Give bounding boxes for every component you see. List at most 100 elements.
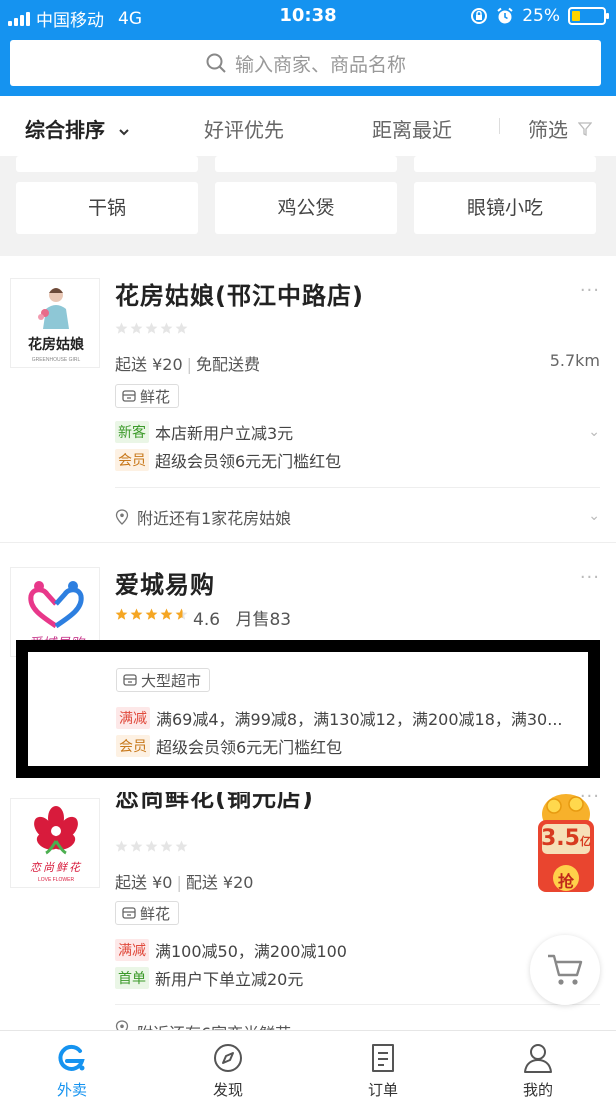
chevron-down-icon[interactable]: ⌄: [588, 508, 600, 524]
promo-text: 本店新用户立减3元: [155, 424, 294, 443]
promo-row: 会员 超级会员领6元无门槛红包: [116, 734, 342, 758]
star-icon: [160, 608, 173, 620]
shop-card[interactable]: 恋尚鲜花(铜元店) 恋尚鲜花 LOVE FLOWER ··· 起送 ¥0 | 配送 …: [0, 778, 616, 1030]
red-packet-float[interactable]: 3.5亿 抢: [532, 786, 600, 896]
star-icon: [175, 840, 188, 852]
star-half-icon: [175, 608, 188, 620]
nav-label: 我的: [522, 1081, 553, 1099]
flower-logo: 恋尚鲜花 LOVE FLOWER: [30, 806, 82, 883]
nearby-link[interactable]: 附近还有1家花房姑娘: [115, 505, 291, 529]
delivery-info: 起送 ¥20 | 免配送费: [115, 355, 261, 374]
status-bar: 中国移动 4G 10:38 25%: [0, 0, 616, 32]
nav-label: 外卖: [56, 1081, 87, 1099]
star-icon: [130, 322, 143, 334]
delivery-info: 起送 ¥0 | 配送 ¥20: [115, 873, 254, 892]
distance: 5.7km: [549, 351, 600, 370]
star-icon: [160, 322, 173, 334]
star-icon: [160, 840, 173, 852]
new-customer-badge: 新客: [115, 421, 149, 443]
first-order-badge: 首单: [115, 967, 149, 989]
shop-tag: 鲜花: [115, 901, 180, 925]
shop-name: 爱城易购: [115, 571, 215, 599]
funnel-icon: [577, 122, 593, 137]
nearby-text: 附近还有1家花房姑娘: [137, 509, 292, 528]
bottom-nav: 外卖 发现 订单 我的: [0, 1030, 616, 1105]
star-icon: [175, 322, 188, 334]
nav-takeout[interactable]: 外卖: [32, 1041, 112, 1100]
shop-tag-label: 鲜花: [140, 387, 171, 406]
shop-card[interactable]: 花房姑娘 GREENHOUSE GIRL 花房姑娘(邗江中路店) ··· 起送 …: [0, 256, 616, 542]
rating-stars: [115, 840, 188, 853]
nav-discover[interactable]: 发现: [188, 1041, 268, 1100]
category-button[interactable]: 干锅: [16, 182, 198, 234]
star-icon: [145, 840, 158, 852]
category-button-partial[interactable]: [414, 156, 596, 172]
promo-text: 满100减50，满200减100: [155, 942, 347, 961]
red-packet-amount: 3.5亿: [541, 826, 591, 851]
min-order: 起送 ¥20: [115, 355, 183, 374]
search-input[interactable]: 输入商家、商品名称: [10, 40, 601, 86]
shop-tag: 大型超市: [116, 668, 211, 692]
category-button-partial[interactable]: [16, 156, 198, 172]
nearby-link[interactable]: 附近还有6家恋尚鲜花: [115, 1020, 291, 1030]
divider: [115, 1004, 600, 1005]
order-list-icon: [372, 1044, 394, 1072]
logo-text: 恋尚鲜花: [30, 861, 82, 874]
shop-tag: 鲜花: [115, 384, 180, 408]
shop-tag-label: 鲜花: [140, 904, 171, 923]
compass-icon: [214, 1044, 242, 1072]
logo-text: 花房姑娘: [28, 336, 85, 353]
sort-label: 综合排序: [25, 118, 105, 142]
divider: [115, 487, 600, 488]
delivery-fee: 免配送费: [196, 355, 261, 374]
filter-button[interactable]: 筛选: [528, 114, 593, 143]
nav-orders[interactable]: 订单: [343, 1041, 423, 1100]
logo-subtext: GREENHOUSE GIRL: [32, 357, 81, 363]
alarm-icon: [497, 7, 513, 24]
grab-label: 抢: [557, 872, 574, 891]
more-icon[interactable]: ···: [580, 280, 600, 301]
more-icon[interactable]: ···: [580, 567, 600, 588]
shop-name: 花房姑娘(邗江中路店): [115, 282, 364, 310]
discount-badge: 满减: [116, 707, 150, 729]
shop-logo: 花房姑娘 GREENHOUSE GIRL: [10, 278, 100, 368]
discount-badge: 满减: [115, 939, 149, 961]
sort-dropdown[interactable]: 综合排序: [25, 114, 130, 143]
star-icon: [130, 840, 143, 852]
nav-label: 发现: [212, 1081, 243, 1099]
nav-profile[interactable]: 我的: [498, 1041, 578, 1100]
category-button-partial[interactable]: [215, 156, 397, 172]
shop-name: 恋尚鲜花(铜元店): [115, 784, 314, 812]
star-icon: [130, 608, 143, 620]
promo-text: 超级会员领6元无门槛红包: [155, 452, 342, 471]
battery-icon: [568, 7, 609, 25]
top-bar: 中国移动 4G 10:38 25% 输入商家、商品名称: [0, 0, 616, 96]
star-icon: [115, 840, 128, 852]
category-button[interactable]: 眼镜小吃: [414, 182, 596, 234]
monthly-sales: 月售83: [235, 610, 292, 630]
shop-icon: [122, 907, 136, 919]
rating-and-sales: 4.6 月售83: [193, 605, 291, 630]
promo-row: 首单 新用户下单立减20元: [115, 966, 303, 990]
tab-rating[interactable]: 好评优先: [204, 114, 284, 143]
eleme-logo-icon: [58, 1044, 85, 1071]
rotation-lock-icon: [471, 8, 488, 24]
tab-distance[interactable]: 距离最近: [372, 114, 452, 143]
search-icon: [206, 53, 226, 73]
star-icon: [115, 608, 128, 620]
shop-icon: [123, 674, 137, 686]
star-icon: [145, 608, 158, 620]
rating-value: 4.6: [193, 610, 221, 630]
nav-label: 订单: [367, 1081, 398, 1099]
cart-button[interactable]: [530, 935, 600, 1005]
promo-row: 新客 本店新用户立减3元: [115, 420, 293, 444]
chevron-down-icon[interactable]: ⌄: [588, 424, 600, 440]
nearby-text: 附近还有6家恋尚鲜花: [137, 1020, 291, 1030]
search-placeholder: 输入商家、商品名称: [234, 53, 406, 76]
shop-logo: 恋尚鲜花 LOVE FLOWER: [10, 798, 100, 888]
delivery-fee: 配送 ¥20: [185, 873, 254, 892]
divider: [499, 118, 500, 134]
rating-stars: [115, 608, 188, 621]
location-pin-icon: [115, 1020, 129, 1030]
category-button[interactable]: 鸡公煲: [215, 182, 397, 234]
